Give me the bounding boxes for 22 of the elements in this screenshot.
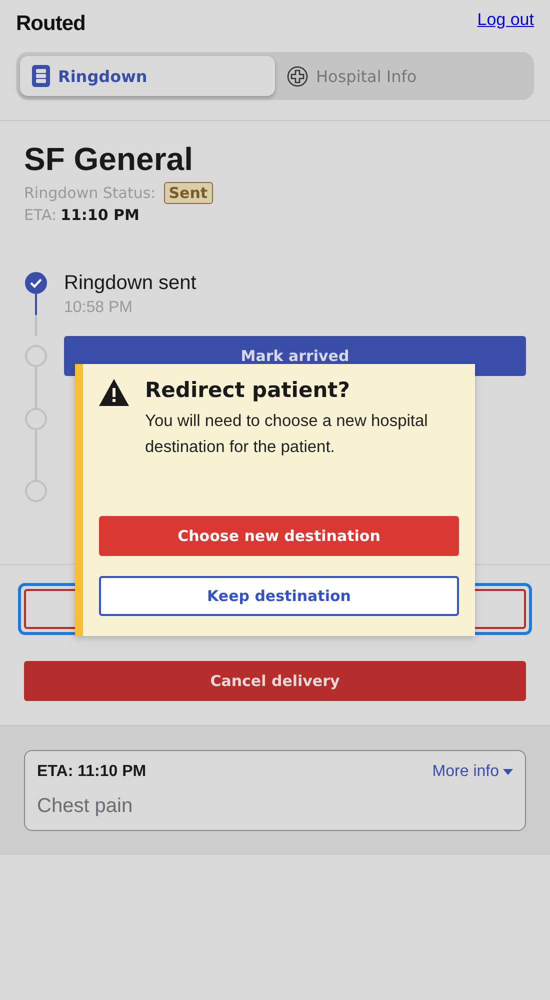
cancel-delivery-button[interactable]: Cancel delivery: [24, 661, 526, 701]
tab[interactable]: Ringdown: [20, 56, 275, 96]
dialog-message: You will need to choose a new hospital destination for the patient.: [145, 411, 429, 458]
eta-label: ETA:: [24, 206, 57, 224]
caret-icon: [503, 769, 513, 775]
logo: Routed: [16, 12, 86, 36]
warning-icon: [99, 379, 129, 406]
status-label: Ringdown Status:: [24, 184, 156, 202]
keep-destination-button[interactable]: Keep destination: [99, 576, 459, 616]
step-time: 10:58 PM: [64, 299, 134, 317]
logout-link[interactable]: Log out: [477, 10, 534, 30]
eta-value: 11:10 PM: [60, 206, 140, 224]
dialog-title: Redirect patient?: [145, 378, 351, 402]
hospital-name: SF General: [24, 141, 194, 178]
plus-circle-icon: [287, 66, 308, 86]
status-badge: Sent: [164, 182, 213, 204]
more-info-link[interactable]: More info: [432, 763, 513, 781]
summary-eta: ETA: 11:10 PM: [37, 763, 146, 781]
choose-destination-button[interactable]: Choose new destination: [99, 516, 459, 556]
chief-complaint: Chest pain: [37, 795, 134, 818]
step-label: Ringdown sent: [64, 272, 198, 295]
list-icon: [32, 65, 50, 87]
